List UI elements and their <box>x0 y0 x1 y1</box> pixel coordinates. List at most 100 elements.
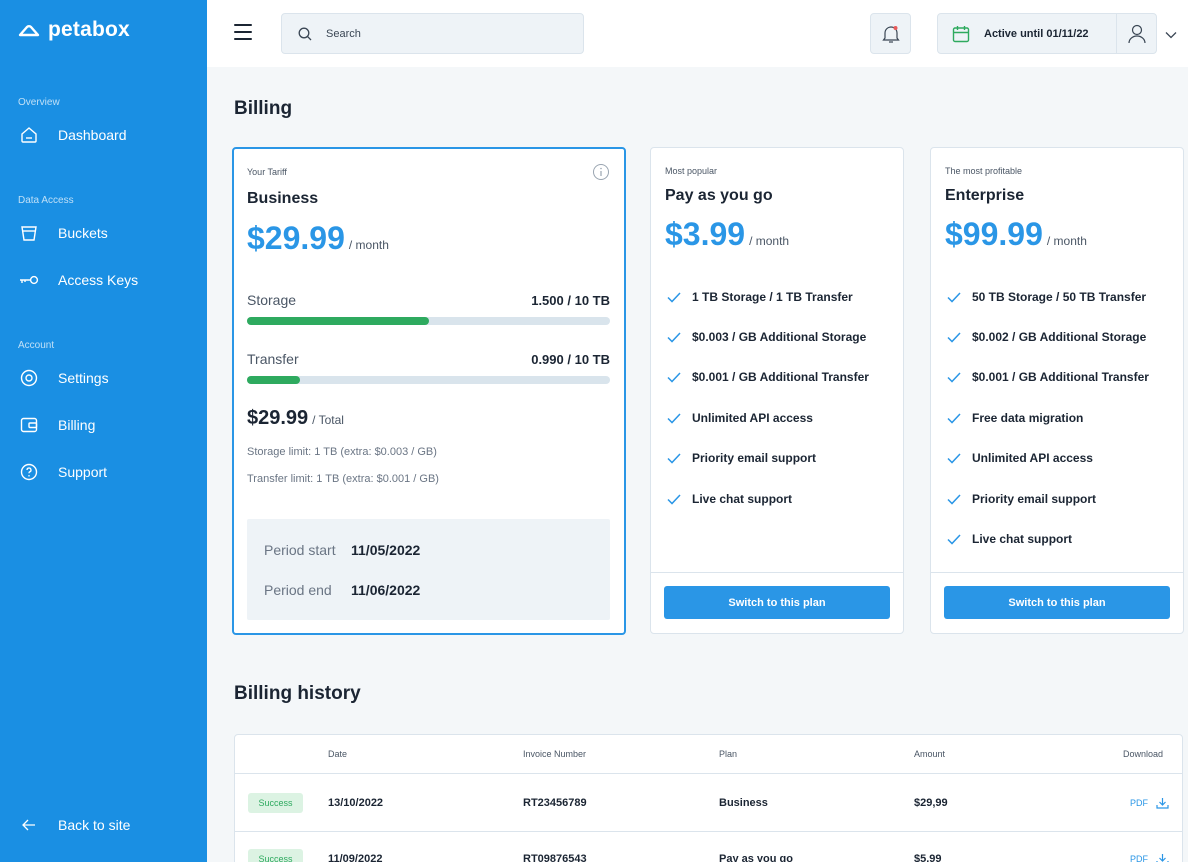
sidebar-item-label: Settings <box>58 370 109 386</box>
feature-item: Live chat support <box>667 492 792 506</box>
sidebar: petabox Overview Dashboard Data Access B… <box>0 0 207 862</box>
user-avatar-button[interactable] <box>1117 14 1157 53</box>
feature-item: 1 TB Storage / 1 TB Transfer <box>667 290 853 304</box>
search-input[interactable] <box>326 27 546 40</box>
info-icon[interactable] <box>592 163 610 186</box>
switch-plan-button[interactable]: Switch to this plan <box>664 586 890 619</box>
feature-item: 50 TB Storage / 50 TB Transfer <box>947 290 1146 304</box>
feature-item: Priority email support <box>667 451 816 465</box>
feature-item: Priority email support <box>947 492 1096 506</box>
cloud-logo-icon <box>18 25 40 37</box>
check-icon <box>947 533 961 545</box>
row-plan: Pay as you go <box>719 853 793 862</box>
storage-value: 1.500 / 10 TB <box>531 293 610 308</box>
row-amount: $29,99 <box>914 797 948 809</box>
storage-progress-fill <box>247 317 429 325</box>
feature-item: Free data migration <box>947 411 1083 425</box>
plan-tag: Most popular <box>665 166 718 176</box>
sidebar-item-settings[interactable]: Settings <box>18 363 197 393</box>
back-to-site-link[interactable]: Back to site <box>18 810 197 840</box>
current-plan-card: Your Tariff Business $29.99 / month Stor… <box>232 147 626 635</box>
plan-name: Pay as you go <box>665 187 773 204</box>
active-until-text: Active until 01/11/22 <box>984 27 1089 40</box>
check-icon <box>947 291 961 303</box>
period-end-label: Period end <box>264 582 332 598</box>
check-icon <box>947 331 961 343</box>
bell-icon <box>881 25 900 43</box>
arrow-left-icon <box>18 814 40 836</box>
feature-item: Live chat support <box>947 532 1072 546</box>
brand-name: petabox <box>48 18 130 41</box>
transfer-label: Transfer <box>247 351 299 367</box>
transfer-limit: Transfer limit: 1 TB (extra: $0.001 / GB… <box>247 473 439 485</box>
sidebar-item-dashboard[interactable]: Dashboard <box>18 120 197 150</box>
billing-history-table: Date Invoice Number Plan Amount Download… <box>234 734 1183 862</box>
transfer-progress-fill <box>247 376 300 384</box>
sidebar-item-label: Buckets <box>58 225 108 241</box>
download-pdf-link[interactable]: PDF <box>1130 797 1169 809</box>
sidebar-item-billing[interactable]: Billing <box>18 410 197 440</box>
row-date: 11/09/2022 <box>328 853 383 862</box>
status-badge: Success <box>248 793 303 813</box>
total-price: $29.99 <box>247 407 309 429</box>
storage-limit: Storage limit: 1 TB (extra: $0.003 / GB) <box>247 446 437 458</box>
row-plan: Business <box>719 797 768 809</box>
sidebar-item-label: Support <box>58 464 108 480</box>
search-bar[interactable] <box>281 13 584 54</box>
plan-card-enterprise: The most profitable Enterprise $99.99 / … <box>930 147 1184 634</box>
plan-price: $29.99 <box>247 220 345 256</box>
check-icon <box>667 291 681 303</box>
feature-item: $0.001 / GB Additional Transfer <box>667 370 869 384</box>
plan-name: Business <box>247 190 319 207</box>
page-title: Billing <box>234 98 293 119</box>
back-to-site-label: Back to site <box>58 817 131 833</box>
logo[interactable]: petabox <box>18 18 130 42</box>
feature-item: $0.001 / GB Additional Transfer <box>947 370 1149 384</box>
key-icon <box>18 269 40 291</box>
download-icon <box>1156 854 1169 862</box>
download-icon <box>1156 798 1169 809</box>
total-label: / Total <box>312 413 344 427</box>
plan-tag: The most profitable <box>945 166 1023 176</box>
sidebar-item-buckets[interactable]: Buckets <box>18 218 197 248</box>
storage-progress-bar <box>247 317 610 325</box>
download-pdf-link[interactable]: PDF <box>1130 853 1169 862</box>
storage-label: Storage <box>247 292 297 308</box>
check-icon <box>667 371 681 383</box>
notifications-button[interactable] <box>870 13 911 54</box>
check-icon <box>667 412 681 424</box>
row-date: 13/10/2022 <box>328 797 384 809</box>
column-header-download: Download <box>1122 749 1163 759</box>
menu-icon[interactable] <box>234 24 252 40</box>
plan-name: Enterprise <box>945 187 1025 204</box>
period-start-value: 11/05/2022 <box>351 542 421 558</box>
sidebar-item-support[interactable]: Support <box>18 457 197 487</box>
sidebar-item-label: Billing <box>58 417 96 433</box>
sidebar-item-access-keys[interactable]: Access Keys <box>18 265 197 295</box>
help-icon <box>18 461 40 483</box>
switch-plan-button[interactable]: Switch to this plan <box>944 586 1170 619</box>
billing-period-box: Period start 11/05/2022 Period end 11/06… <box>247 519 610 620</box>
check-icon <box>947 493 961 505</box>
row-invoice: RT09876543 <box>523 853 587 862</box>
check-icon <box>947 371 961 383</box>
feature-item: $0.003 / GB Additional Storage <box>667 330 866 344</box>
feature-item: $0.002 / GB Additional Storage <box>947 330 1146 344</box>
plan-price-period: / month <box>1046 234 1087 248</box>
transfer-progress-bar <box>247 376 610 384</box>
plan-card-pay-as-you-go: Most popular Pay as you go $3.99 / month… <box>650 147 904 634</box>
plan-price-period: / month <box>749 234 790 248</box>
check-icon <box>947 452 961 464</box>
plan-price-period: / month <box>348 238 389 252</box>
sidebar-item-label: Dashboard <box>58 127 127 143</box>
section-label-data-access: Data Access <box>18 195 74 206</box>
wallet-icon <box>18 414 40 436</box>
row-invoice: RT23456789 <box>523 797 587 809</box>
current-plan-label: Your Tariff <box>247 167 287 177</box>
chevron-down-icon[interactable] <box>1165 26 1177 44</box>
row-amount: $5,99 <box>914 853 942 862</box>
plan-price: $99.99 <box>945 216 1043 252</box>
plan-price: $3.99 <box>665 216 746 252</box>
column-header-date: Date <box>328 749 348 759</box>
user-icon <box>1128 24 1146 43</box>
